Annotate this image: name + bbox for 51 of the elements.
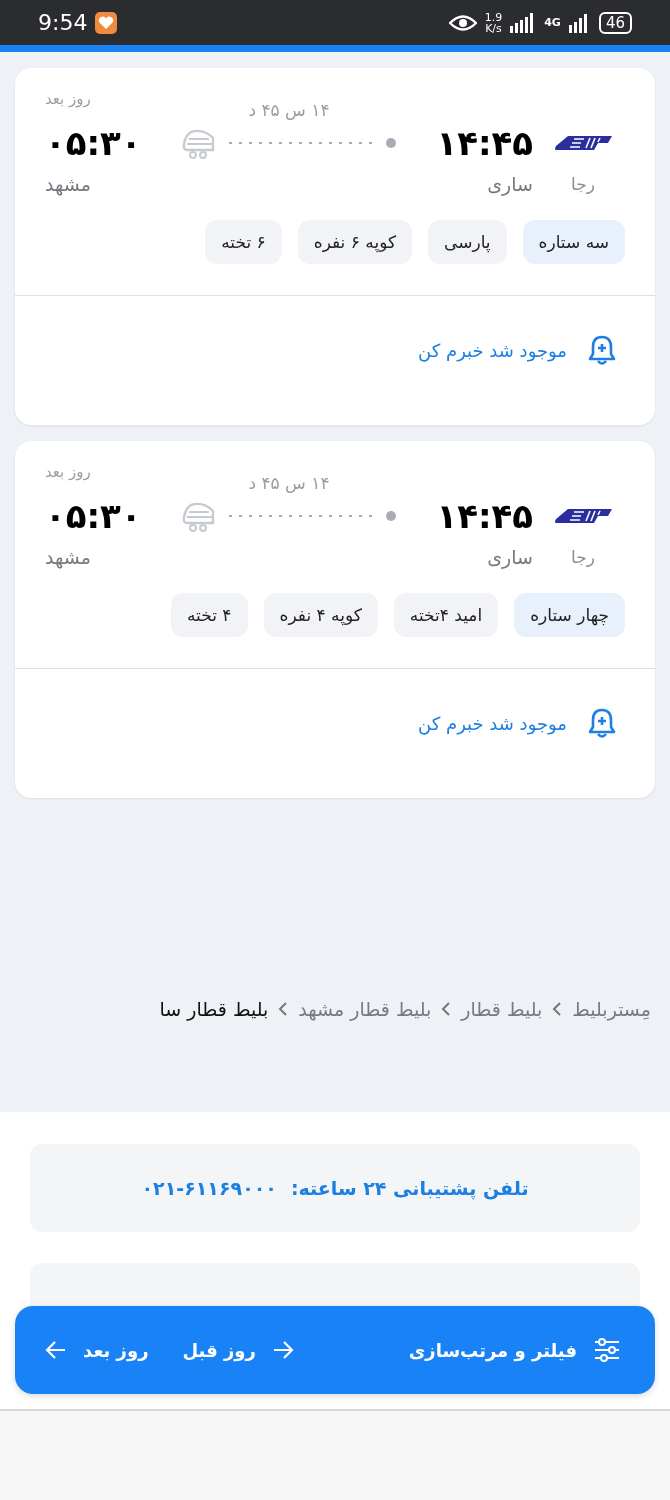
trip-tag: کوپه ۶ نفره	[297, 220, 412, 264]
breadcrumb-link[interactable]: بلیط قطار سا	[159, 998, 269, 1020]
support-phone-label: تلفن پشتیبانی ۲۴ ساعته:	[290, 1177, 529, 1199]
next-day-note: روز بعد	[45, 463, 91, 481]
trip-card[interactable]: رجا ۱۴:۴۵ ساری ۱۴ س ۴۵ د روز بعد ۰۵:۳۰ مشهد چهار ستاره امید ۴تخته کوپه ۴ نفره ۴ تخته موجود شد خبرم کن	[15, 441, 655, 798]
arrival-time: ۰۵:۳۰	[45, 496, 142, 536]
operator-name: رجا	[571, 174, 595, 194]
breadcrumb-link[interactable]: بلیط قطار مشهد	[298, 998, 432, 1020]
status-time: 9:54	[38, 10, 88, 35]
eye-icon	[448, 13, 477, 32]
bell-plus-icon	[587, 334, 617, 366]
heart-app-icon	[95, 11, 118, 34]
destination-city: مشهد	[45, 546, 91, 568]
network-type: 4G	[544, 16, 561, 29]
trip-tag: کوپه ۴ نفره	[263, 593, 378, 637]
network-speed: 1.9 K/s	[484, 11, 503, 34]
breadcrumb-link[interactable]: مِستربلیط	[572, 998, 651, 1020]
bell-plus-icon	[587, 707, 617, 739]
train-logo-icon	[554, 134, 612, 152]
trip-duration: ۱۴ س ۴۵ د	[248, 473, 330, 493]
destination-city: مشهد	[45, 173, 91, 195]
trip-tag: سه ستاره	[522, 220, 625, 264]
chevron-icon	[552, 1001, 563, 1017]
origin-city: ساری	[487, 546, 533, 568]
arrow-left-icon	[45, 1340, 67, 1360]
notify-button[interactable]: موجود شد خبرم کن	[380, 707, 655, 739]
trip-tag: چهار ستاره	[514, 593, 625, 637]
support-phone[interactable]: ۰۲۱-۶۱۱۶۹۰۰۰	[141, 1177, 277, 1199]
trip-tag: ۴ تخته	[171, 593, 248, 637]
chevron-icon	[441, 1001, 452, 1017]
sliders-icon	[593, 1337, 621, 1363]
breadcrumb-link[interactable]: بلیط قطار	[461, 998, 543, 1020]
origin-city: ساری	[487, 173, 533, 195]
next-day-button[interactable]: روز بعد	[45, 1339, 149, 1361]
notify-button[interactable]: موجود شد خبرم کن	[380, 334, 655, 366]
arrival-time: ۰۵:۳۰	[45, 123, 142, 163]
operator-name: رجا	[571, 547, 595, 567]
trip-tag: ۶ تخته	[205, 220, 282, 264]
train-logo-icon	[554, 507, 612, 525]
next-day-note: روز بعد	[45, 90, 91, 108]
chevron-icon	[278, 1001, 289, 1017]
trip-tag: پارسی	[428, 220, 507, 264]
previous-day-button[interactable]: روز قبل	[182, 1339, 294, 1361]
departure-time: ۱۴:۴۵	[436, 123, 533, 163]
battery-level: 46	[598, 11, 632, 34]
filter-sort-button[interactable]: فیلتر و مرتب‌سازی	[408, 1337, 621, 1363]
departure-time: ۱۴:۴۵	[436, 496, 533, 536]
trip-duration: ۱۴ س ۴۵ د	[248, 100, 330, 120]
arrow-right-icon	[271, 1340, 294, 1360]
trip-card[interactable]: رجا ۱۴:۴۵ ساری ۱۴ س ۴۵ د روز بعد ۰۵:۳۰ مشهد سه ستاره پارسی کوپه ۶ نفره ۶ تخته موجود شد خبرم کن	[15, 68, 655, 425]
trip-tag: امید ۴تخته	[393, 593, 499, 637]
